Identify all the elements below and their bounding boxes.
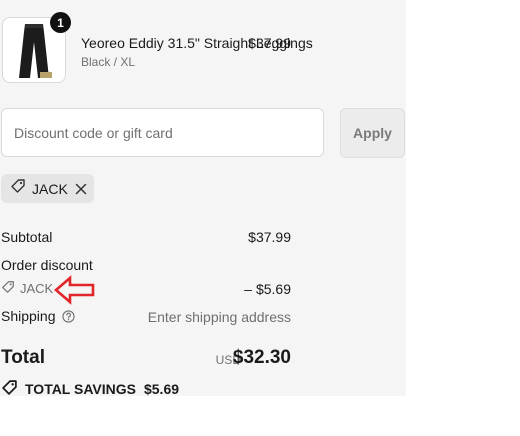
order-summary-panel: 1 Yeoreo Eddiy 31.5" Straight Leggings B… bbox=[0, 0, 406, 399]
total-savings-amount: $5.69 bbox=[143, 381, 180, 397]
applied-discount-chip: JACK bbox=[1, 174, 94, 203]
help-circle-icon[interactable] bbox=[61, 309, 75, 323]
total-savings-label: TOTAL SAVINGS bbox=[25, 381, 136, 397]
red-outline-arrow-icon bbox=[54, 275, 95, 305]
shipping-line: Shipping bbox=[1, 308, 75, 324]
close-icon[interactable] bbox=[75, 183, 87, 195]
leggings-image bbox=[19, 24, 52, 78]
apply-button[interactable]: Apply bbox=[340, 108, 405, 158]
shipping-label: Shipping bbox=[1, 308, 56, 324]
subtotal-label: Subtotal bbox=[1, 229, 53, 245]
discount-code-label: JACK bbox=[20, 281, 54, 296]
total-label: Total bbox=[1, 347, 45, 368]
applied-code-label: JACK bbox=[32, 180, 68, 197]
discount-code-input[interactable] bbox=[1, 108, 324, 157]
discount-value: – $5.69 bbox=[244, 281, 291, 297]
tag-icon bbox=[10, 178, 26, 199]
order-discount-label: Order discount bbox=[1, 257, 93, 273]
quantity-badge: 1 bbox=[50, 12, 71, 33]
product-price: $37.99 bbox=[248, 35, 291, 51]
subtotal-value: $37.99 bbox=[248, 229, 291, 245]
tag-icon bbox=[1, 379, 18, 399]
discount-code-line: JACK bbox=[1, 280, 53, 297]
shipping-value: Enter shipping address bbox=[147, 309, 291, 325]
total-amount: $32.30 bbox=[232, 347, 291, 368]
product-variant: Black / XL bbox=[81, 55, 136, 69]
total-savings: TOTAL SAVINGS $5.69 bbox=[1, 379, 179, 399]
tag-icon bbox=[1, 280, 15, 297]
